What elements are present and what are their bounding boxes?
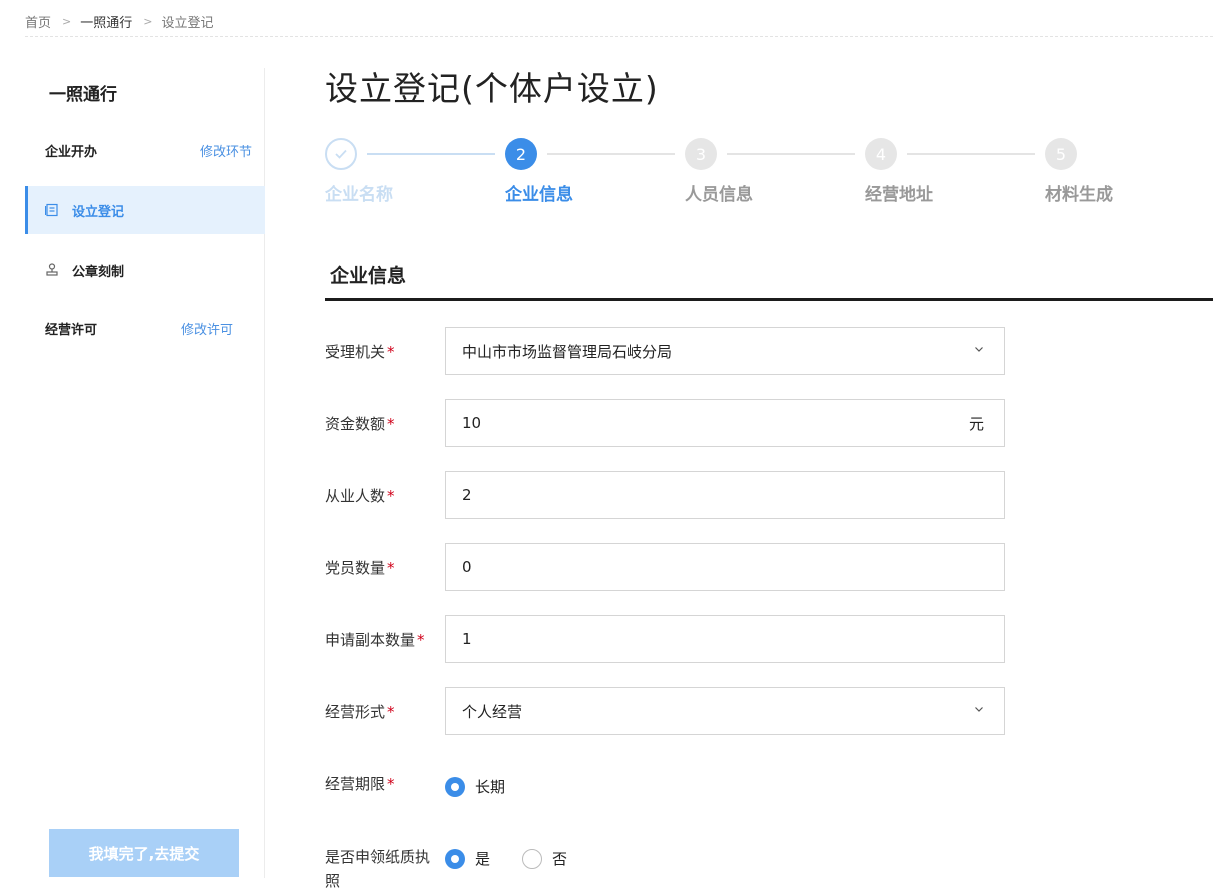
radio-option-label: 是 xyxy=(475,850,491,868)
term-option-long[interactable]: 长期 xyxy=(445,776,505,797)
capital-label: 资金数额 * xyxy=(325,415,395,433)
progress-steps: 2 3 4 5 企业名称 企业信息 人员信息 经营地址 材料生成 xyxy=(325,138,1205,208)
step-2-label: 企业信息 xyxy=(505,185,573,205)
breadcrumb: 首页 > 一照通行 > 设立登记 xyxy=(25,10,213,32)
employees-label: 从业人数 * xyxy=(325,487,395,505)
step-4-circle: 4 xyxy=(865,138,897,170)
step-connector xyxy=(907,153,1035,155)
step-3-label: 人员信息 xyxy=(685,185,753,205)
step-3-circle: 3 xyxy=(685,138,717,170)
copies-value: 1 xyxy=(462,630,472,648)
breadcrumb-divider xyxy=(25,36,1213,37)
party-members-value: 0 xyxy=(462,558,472,576)
step-4-label: 经营地址 xyxy=(865,185,933,205)
sidebar-group-enterprise: 企业开办 修改环节 xyxy=(25,126,265,174)
radio-option-label: 长期 xyxy=(475,778,506,796)
sidebar-group-label: 企业开办 xyxy=(45,144,98,160)
breadcrumb-separator-icon: > xyxy=(143,14,153,28)
breadcrumb-separator-icon: > xyxy=(62,14,72,28)
capital-input[interactable]: 10 元 xyxy=(445,399,1005,447)
required-mark: * xyxy=(387,415,395,433)
sidebar-item-registration[interactable]: 设立登记 xyxy=(25,186,265,234)
currency-unit: 元 xyxy=(968,414,984,433)
breadcrumb-current: 设立登记 xyxy=(161,15,214,31)
step-connector xyxy=(367,153,495,155)
breadcrumb-section[interactable]: 一照通行 xyxy=(80,12,132,31)
employees-input[interactable]: 2 xyxy=(445,471,1005,519)
step-5-label: 材料生成 xyxy=(1045,185,1113,205)
step-connector xyxy=(547,153,675,155)
term-label: 经营期限 * xyxy=(325,775,395,793)
paper-license-label: 是否申领纸质执照 xyxy=(325,848,431,890)
paper-license-radio-group: 是 否 xyxy=(445,848,599,869)
sidebar-item-label: 设立登记 xyxy=(72,204,125,220)
required-mark: * xyxy=(387,487,395,505)
radio-unchecked-icon xyxy=(522,848,543,869)
radio-option-label: 否 xyxy=(552,850,568,868)
stamp-icon xyxy=(45,263,59,277)
sidebar-item-seal[interactable]: 公章刻制 xyxy=(25,246,265,294)
sidebar-group-label: 经营许可 xyxy=(45,322,98,338)
required-mark: * xyxy=(387,775,395,793)
step-1-circle xyxy=(325,138,357,170)
authority-label: 受理机关 * xyxy=(325,343,395,361)
check-icon xyxy=(335,149,347,159)
step-2-circle: 2 xyxy=(505,138,537,170)
capital-value: 10 xyxy=(462,414,482,432)
authority-value: 中山市市场监督管理局石岐分局 xyxy=(462,342,673,361)
chevron-down-icon xyxy=(975,347,983,352)
party-members-input[interactable]: 0 xyxy=(445,543,1005,591)
authority-select[interactable]: 中山市市场监督管理局石岐分局 xyxy=(445,327,1005,375)
copies-label: 申请副本数量 * xyxy=(325,631,425,649)
copies-input[interactable]: 1 xyxy=(445,615,1005,663)
sidebar-item-label: 公章刻制 xyxy=(72,264,125,280)
step-connector xyxy=(727,153,855,155)
chevron-down-icon xyxy=(975,707,983,712)
sidebar: 一照通行 企业开办 修改环节 设立登记 公章刻制 经营许可 修改许可 我填完了,… xyxy=(25,68,265,878)
term-radio-group: 长期 xyxy=(445,776,537,797)
sidebar-title: 一照通行 xyxy=(49,85,117,105)
section-title: 企业信息 xyxy=(330,265,407,287)
submit-button[interactable]: 我填完了,去提交 xyxy=(49,829,239,877)
paper-license-option-no[interactable]: 否 xyxy=(522,848,567,869)
business-form-label: 经营形式 * xyxy=(325,703,395,721)
paper-license-option-yes[interactable]: 是 xyxy=(445,848,490,869)
sidebar-group-license: 经营许可 修改许可 xyxy=(25,304,265,352)
section-divider xyxy=(325,298,1213,301)
form-icon xyxy=(44,203,59,217)
modify-license-link[interactable]: 修改许可 xyxy=(181,319,233,338)
radio-checked-icon xyxy=(445,776,465,797)
employees-value: 2 xyxy=(462,486,472,504)
required-mark: * xyxy=(387,703,395,721)
required-mark: * xyxy=(417,631,425,649)
required-mark: * xyxy=(387,343,395,361)
breadcrumb-home[interactable]: 首页 xyxy=(25,12,51,31)
page-title: 设立登记(个体户设立) xyxy=(325,69,659,108)
business-form-value: 个人经营 xyxy=(462,702,523,721)
party-members-label: 党员数量 * xyxy=(325,559,395,577)
business-form-select[interactable]: 个人经营 xyxy=(445,687,1005,735)
step-1-label: 企业名称 xyxy=(325,185,393,205)
step-5-circle: 5 xyxy=(1045,138,1077,170)
modify-stage-link[interactable]: 修改环节 xyxy=(200,141,252,160)
radio-checked-icon xyxy=(445,848,465,869)
required-mark: * xyxy=(387,559,395,577)
